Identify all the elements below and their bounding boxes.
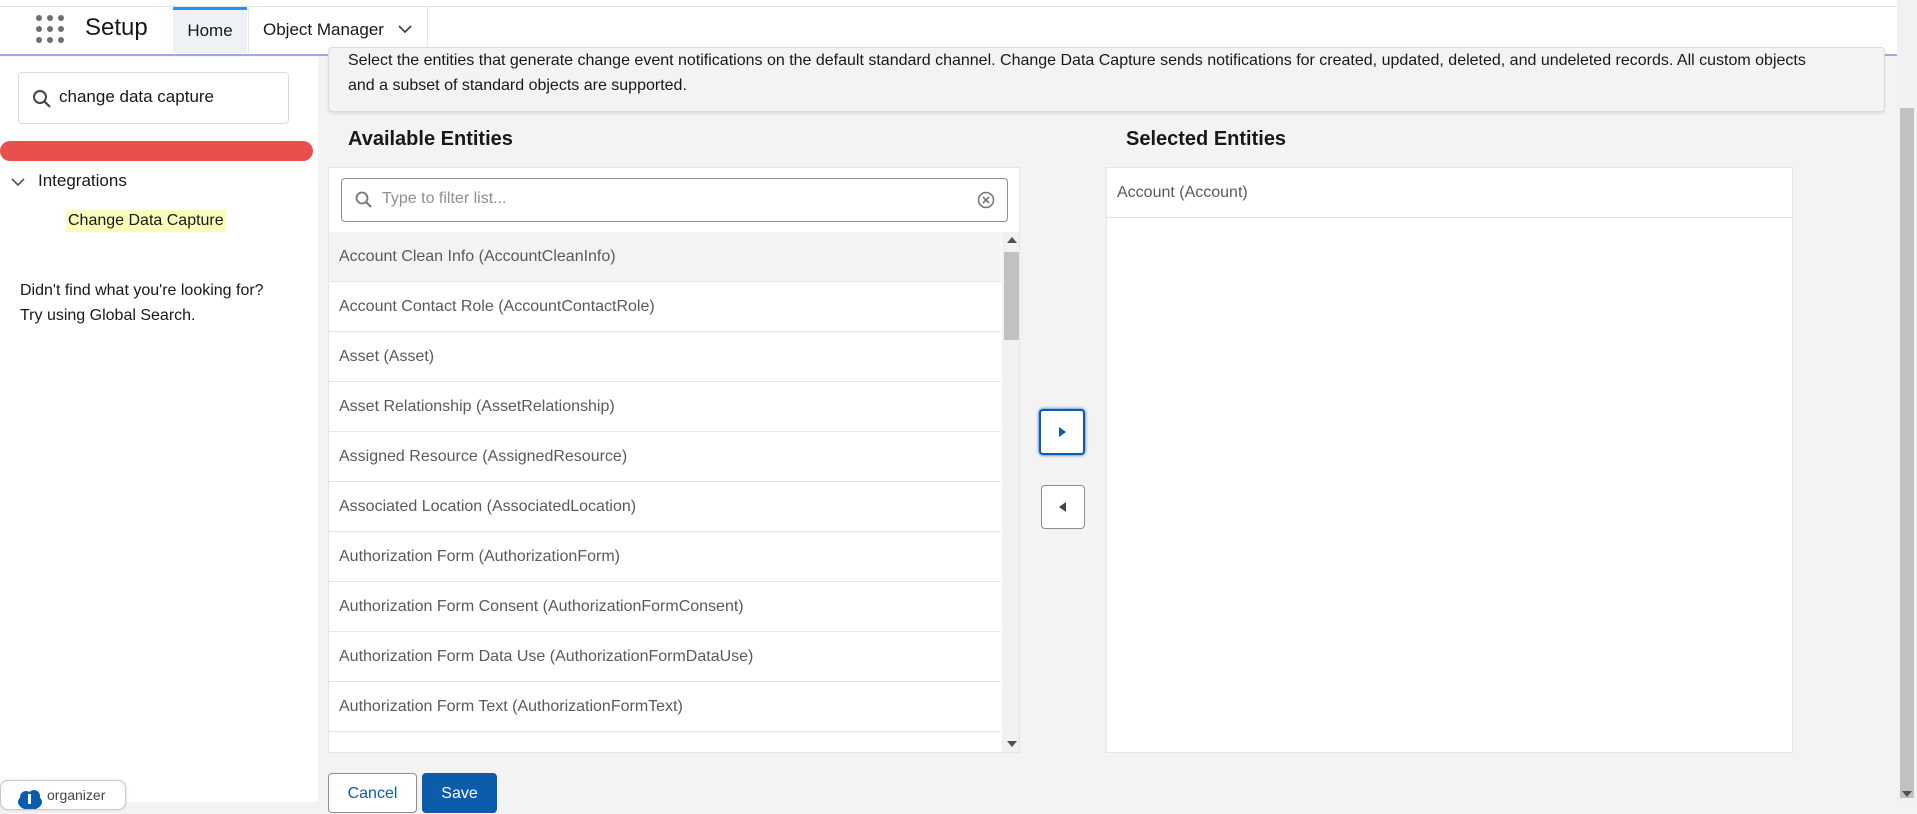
available-entities-title: Available Entities: [348, 128, 513, 150]
description-line-2: and a subset of standard objects are sup…: [348, 77, 687, 94]
tree-item-change-data-capture[interactable]: Change Data Capture: [66, 210, 226, 232]
organizer-label: organizer: [47, 787, 106, 803]
scroll-down-icon[interactable]: [1902, 791, 1912, 797]
scroll-up-icon[interactable]: [1007, 237, 1017, 243]
not-found-message: Didn't find what you're looking for? Try…: [20, 278, 264, 328]
tab-home[interactable]: Home: [173, 7, 247, 53]
list-item[interactable]: Authorization Form Data Use (Authorizati…: [329, 632, 1001, 682]
clear-icon[interactable]: [977, 191, 995, 209]
description-text: Select the entities that generate change…: [348, 48, 1848, 98]
list-item[interactable]: Authorization Form Consent (Authorizatio…: [329, 582, 1001, 632]
app-title: Setup: [85, 14, 148, 41]
quick-find-search[interactable]: change data capture: [18, 72, 289, 124]
tab-object-manager-label: Object Manager: [263, 20, 384, 39]
description-card: Select the entities that generate change…: [328, 47, 1885, 112]
description-line-1: Select the entities that generate change…: [348, 52, 1806, 69]
available-entities-listbox[interactable]: Type to filter list... Account Clean Inf…: [328, 167, 1020, 753]
tree-group-integrations[interactable]: Integrations: [10, 171, 127, 191]
list-item[interactable]: Authorization Form Text (AuthorizationFo…: [329, 682, 1001, 732]
page-scrollbar[interactable]: [1897, 0, 1917, 802]
tree-group-label: Integrations: [38, 171, 127, 190]
list-item[interactable]: Asset (Asset): [329, 332, 1001, 382]
main-content: Select the entities that generate change…: [318, 47, 1898, 813]
save-button[interactable]: Save: [422, 773, 497, 813]
red-highlight-bar: [0, 141, 313, 161]
scrollbar-thumb[interactable]: [1004, 252, 1019, 340]
filter-input[interactable]: Type to filter list...: [341, 178, 1008, 222]
quick-find-input[interactable]: change data capture: [59, 87, 214, 107]
scroll-down-icon[interactable]: [1007, 741, 1017, 747]
list-item[interactable]: Associated Location (AssociatedLocation): [329, 482, 1001, 532]
list-item[interactable]: Account Contact Role (AccountContactRole…: [329, 282, 1001, 332]
selected-entities-listbox[interactable]: Account (Account): [1106, 167, 1793, 753]
available-entities-list: Account Clean Info (AccountCleanInfo) Ac…: [329, 232, 1001, 732]
setup-sidebar: change data capture Integrations Change …: [0, 57, 318, 802]
move-right-icon: [1059, 427, 1066, 437]
search-icon: [33, 90, 51, 108]
search-icon: [355, 191, 372, 208]
chevron-down-icon[interactable]: [10, 176, 26, 188]
not-found-line-2: Try using Global Search.: [20, 307, 196, 324]
chevron-down-icon[interactable]: [397, 23, 413, 35]
filter-placeholder: Type to filter list...: [382, 190, 507, 207]
list-item[interactable]: Account (Account): [1107, 168, 1792, 218]
list-item[interactable]: Assigned Resource (AssignedResource): [329, 432, 1001, 482]
move-to-selected-button[interactable]: [1039, 409, 1085, 455]
cancel-button[interactable]: Cancel: [328, 773, 417, 813]
page-scrollbar-thumb[interactable]: [1900, 108, 1914, 798]
list-item[interactable]: Authorization Form (AuthorizationForm): [329, 532, 1001, 582]
app-launcher-icon[interactable]: [36, 15, 64, 43]
list-item[interactable]: Asset Relationship (AssetRelationship): [329, 382, 1001, 432]
list-scrollbar[interactable]: [1002, 232, 1019, 752]
cloud-icon: [18, 790, 42, 809]
not-found-line-1: Didn't find what you're looking for?: [20, 282, 264, 299]
list-item[interactable]: Account Clean Info (AccountCleanInfo): [329, 232, 1001, 282]
move-left-icon: [1059, 502, 1066, 512]
selected-entities-title: Selected Entities: [1126, 128, 1287, 150]
organizer-extension-widget[interactable]: organizer: [0, 780, 126, 810]
move-to-available-button[interactable]: [1041, 485, 1085, 529]
